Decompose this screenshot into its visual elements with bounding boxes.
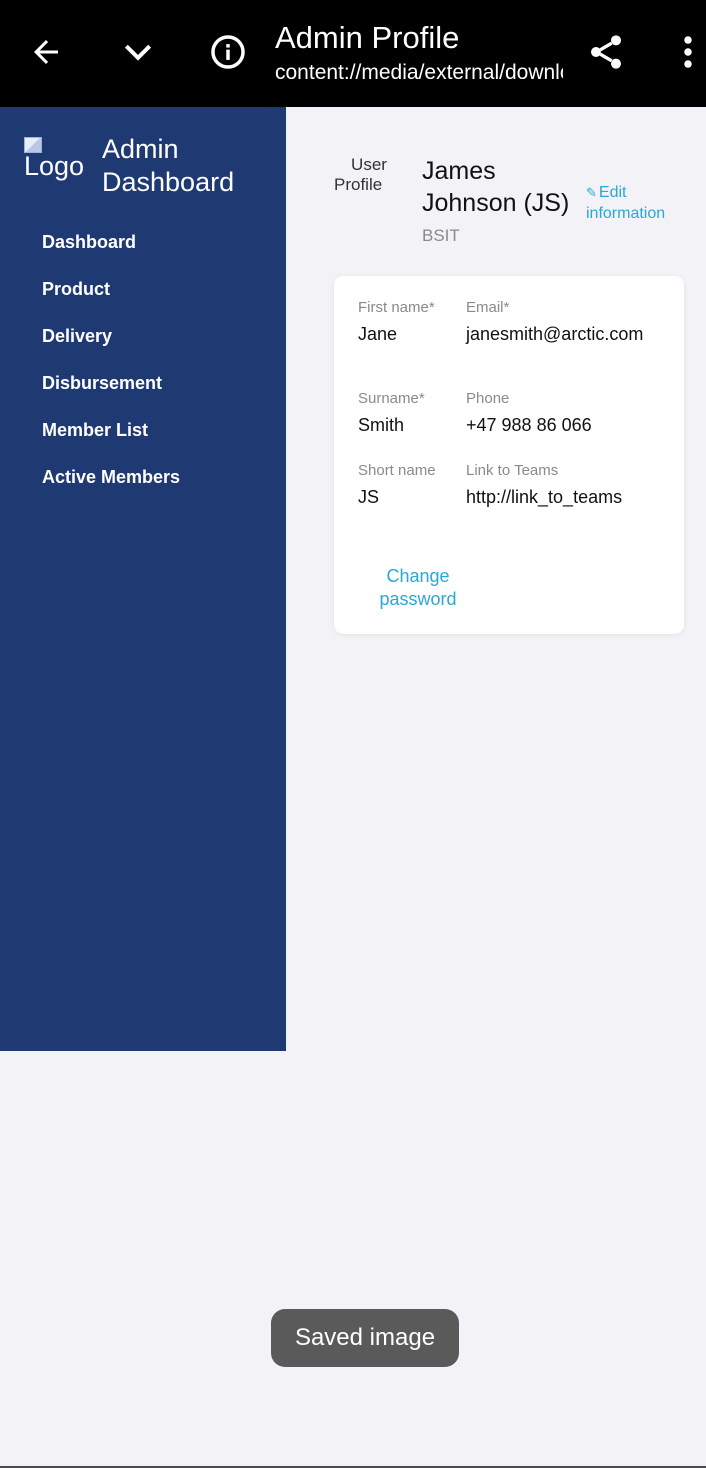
sidebar-item-dashboard[interactable]: Dashboard xyxy=(42,230,180,277)
more-vert-icon[interactable] xyxy=(660,24,706,80)
profile-info-card: First name* Jane Email* janesmith@arctic… xyxy=(334,276,684,634)
sidebar-title: Admin Dashboard xyxy=(102,134,235,197)
email-label: Email* xyxy=(466,299,510,316)
short-name-value: JS xyxy=(358,487,380,507)
saved-image-toast: Saved image xyxy=(271,1309,459,1367)
teams-link-value[interactable]: http://link_to_teams xyxy=(466,485,681,509)
profile-name: James Johnson (JS) xyxy=(422,157,570,217)
sidebar-nav: Dashboard Product Delivery Disbursement … xyxy=(42,230,180,512)
first-name-field: First name* Jane xyxy=(358,298,448,346)
short-name-label: Short name xyxy=(358,462,436,479)
sidebar-item-delivery[interactable]: Delivery xyxy=(42,324,180,371)
sidebar: Logo Admin Dashboard Dashboard Product D… xyxy=(0,107,286,1051)
surname-value: Smith xyxy=(358,415,405,435)
info-icon[interactable] xyxy=(200,24,256,80)
email-field: Email* janesmith@arctic.com xyxy=(466,298,681,346)
logo-alt-text: Logo xyxy=(24,151,85,181)
edit-information-link[interactable]: ✎ Edit information xyxy=(586,182,686,224)
profile-role: BSIT xyxy=(422,226,460,245)
avatar-alt-line-1: User xyxy=(351,155,387,174)
page-title: Admin Profile xyxy=(275,20,460,55)
phone-field: Phone +47 988 86 066 xyxy=(466,389,681,437)
phone-value: +47 988 86 066 xyxy=(466,415,592,435)
teams-link-label: Link to Teams xyxy=(466,462,559,479)
surname-field: Surname* Smith xyxy=(358,389,458,437)
email-value: janesmith@arctic.com xyxy=(466,324,644,344)
share-icon[interactable] xyxy=(578,24,634,80)
first-name-value: Jane xyxy=(358,324,398,344)
edit-information-label: Edit information xyxy=(586,184,666,222)
sidebar-item-active-members[interactable]: Active Members xyxy=(42,465,180,512)
sidebar-item-product[interactable]: Product xyxy=(42,277,180,324)
chevron-down-icon[interactable] xyxy=(110,24,166,80)
sidebar-item-disbursement[interactable]: Disbursement xyxy=(42,371,180,418)
surname-label: Surname* xyxy=(358,390,425,407)
page-url: content://media/external/downloads xyxy=(275,61,563,84)
phone-label: Phone xyxy=(466,390,510,407)
short-name-field: Short name JS xyxy=(358,461,448,509)
browser-top-bar: Admin Profile content://media/external/d… xyxy=(0,0,706,107)
logo-image: Logo xyxy=(24,137,94,189)
avatar-alt-line-2: Profile xyxy=(334,175,383,194)
first-name-label: First name* xyxy=(358,299,435,316)
teams-link-field: Link to Teams http://link_to_teams xyxy=(466,461,681,509)
sidebar-item-member-list[interactable]: Member List xyxy=(42,418,180,465)
pencil-icon: ✎ xyxy=(586,185,597,200)
back-arrow-icon[interactable] xyxy=(18,24,74,80)
change-password-link[interactable]: Change password xyxy=(358,565,478,611)
avatar: User Profile xyxy=(334,155,404,203)
